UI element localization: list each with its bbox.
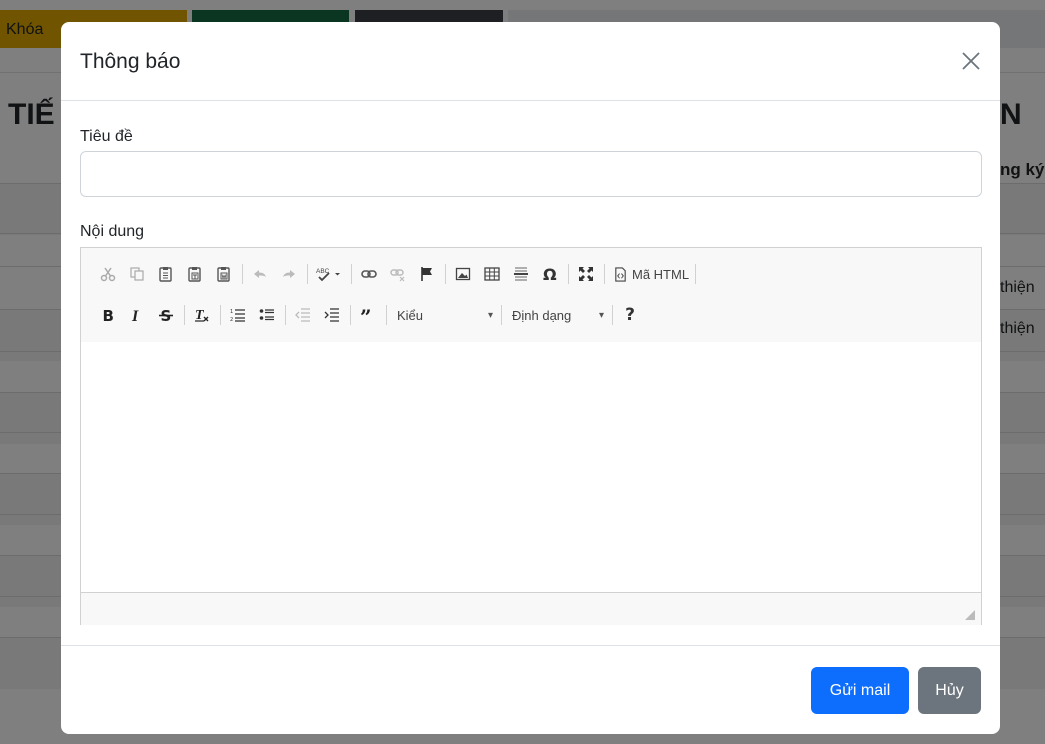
toolbar-separator	[220, 305, 221, 325]
close-x-icon	[962, 52, 980, 70]
send-mail-button[interactable]: Gửi mail	[811, 667, 909, 714]
modal-header: Thông báo	[61, 22, 1000, 101]
toolbar-separator	[386, 305, 387, 325]
title-label: Tiêu đề	[80, 128, 133, 145]
cancel-button[interactable]: Hủy	[918, 667, 981, 714]
paste-icon[interactable]	[153, 261, 179, 287]
toolbar-separator	[242, 264, 243, 284]
toolbar-separator	[604, 264, 605, 284]
source-button[interactable]: Mã HTML	[609, 261, 693, 287]
image-icon[interactable]	[450, 261, 476, 287]
table-icon[interactable]	[479, 261, 505, 287]
link-icon[interactable]	[356, 261, 382, 287]
svg-text:1: 1	[230, 309, 233, 315]
resize-handle-icon[interactable]	[965, 610, 975, 620]
chevron-down-icon: ▾	[598, 309, 604, 321]
styles-dropdown-label: Kiểu	[397, 307, 424, 323]
special-char-icon[interactable]: Ω	[537, 261, 563, 287]
editor-toolbar: ABC Ω Mã HTML B I S T 1 2 ” Kiểu ▾ Định …	[81, 248, 981, 343]
maximize-icon[interactable]	[573, 261, 599, 287]
copy-icon[interactable]	[124, 261, 150, 287]
chevron-down-icon: ▾	[487, 309, 493, 321]
svg-text:2: 2	[230, 317, 233, 323]
source-label: Mã HTML	[632, 266, 690, 282]
outdent-icon[interactable]	[290, 302, 316, 328]
editor-content-area[interactable]	[81, 342, 981, 592]
toolbar-separator	[568, 264, 569, 284]
editor-status-bar	[81, 592, 981, 625]
italic-icon[interactable]: I	[124, 302, 150, 328]
toolbar-separator	[184, 305, 185, 325]
paste-text-icon[interactable]	[182, 261, 208, 287]
svg-text:I: I	[131, 308, 139, 323]
toolbar-separator	[612, 305, 613, 325]
cut-icon[interactable]	[95, 261, 121, 287]
styles-dropdown[interactable]: Kiểu ▾	[391, 302, 499, 328]
notification-modal: Thông báo Tiêu đề Nội dung ABC Ω Mã HTML…	[61, 22, 1000, 734]
toolbar-row-2: B I S T 12 ” Kiểu ▾ Định dạng ▾ ?	[95, 301, 646, 329]
toolbar-separator	[501, 305, 502, 325]
toolbar-separator	[285, 305, 286, 325]
undo-icon[interactable]	[247, 261, 273, 287]
anchor-icon[interactable]	[414, 261, 440, 287]
paste-word-icon[interactable]	[211, 261, 237, 287]
modal-title: Thông báo	[80, 50, 181, 73]
svg-text:Ω: Ω	[543, 266, 557, 282]
format-dropdown[interactable]: Định dạng ▾	[506, 302, 610, 328]
blockquote-icon[interactable]: ”	[355, 302, 381, 328]
bulleted-list-icon[interactable]	[254, 302, 280, 328]
strikethrough-icon[interactable]: S	[153, 302, 179, 328]
spellcheck-icon[interactable]: ABC	[312, 261, 346, 287]
toolbar-separator	[351, 264, 352, 284]
format-dropdown-label: Định dạng	[512, 307, 572, 323]
remove-format-icon[interactable]: T	[189, 302, 215, 328]
source-icon	[615, 266, 626, 282]
indent-icon[interactable]	[319, 302, 345, 328]
toolbar-row-1: ABC Ω Mã HTML	[95, 260, 700, 288]
redo-icon[interactable]	[276, 261, 302, 287]
close-button[interactable]	[956, 46, 986, 76]
numbered-list-icon[interactable]: 12	[225, 302, 251, 328]
rich-text-editor: ABC Ω Mã HTML B I S T 1 2 ” Kiểu ▾ Định …	[80, 247, 982, 625]
toolbar-separator	[350, 305, 351, 325]
toolbar-separator	[307, 264, 308, 284]
help-icon[interactable]: ?	[617, 302, 643, 328]
horizontal-line-icon[interactable]	[508, 261, 534, 287]
svg-text:B: B	[103, 307, 114, 323]
unlink-icon[interactable]	[385, 261, 411, 287]
bold-icon[interactable]: B	[95, 302, 121, 328]
modal-footer: Gửi mail Hủy	[61, 645, 1000, 734]
toolbar-separator	[445, 264, 446, 284]
svg-text:”: ”	[360, 307, 372, 323]
toolbar-separator	[695, 264, 697, 284]
title-input[interactable]	[80, 151, 982, 197]
content-label: Nội dung	[80, 223, 145, 240]
